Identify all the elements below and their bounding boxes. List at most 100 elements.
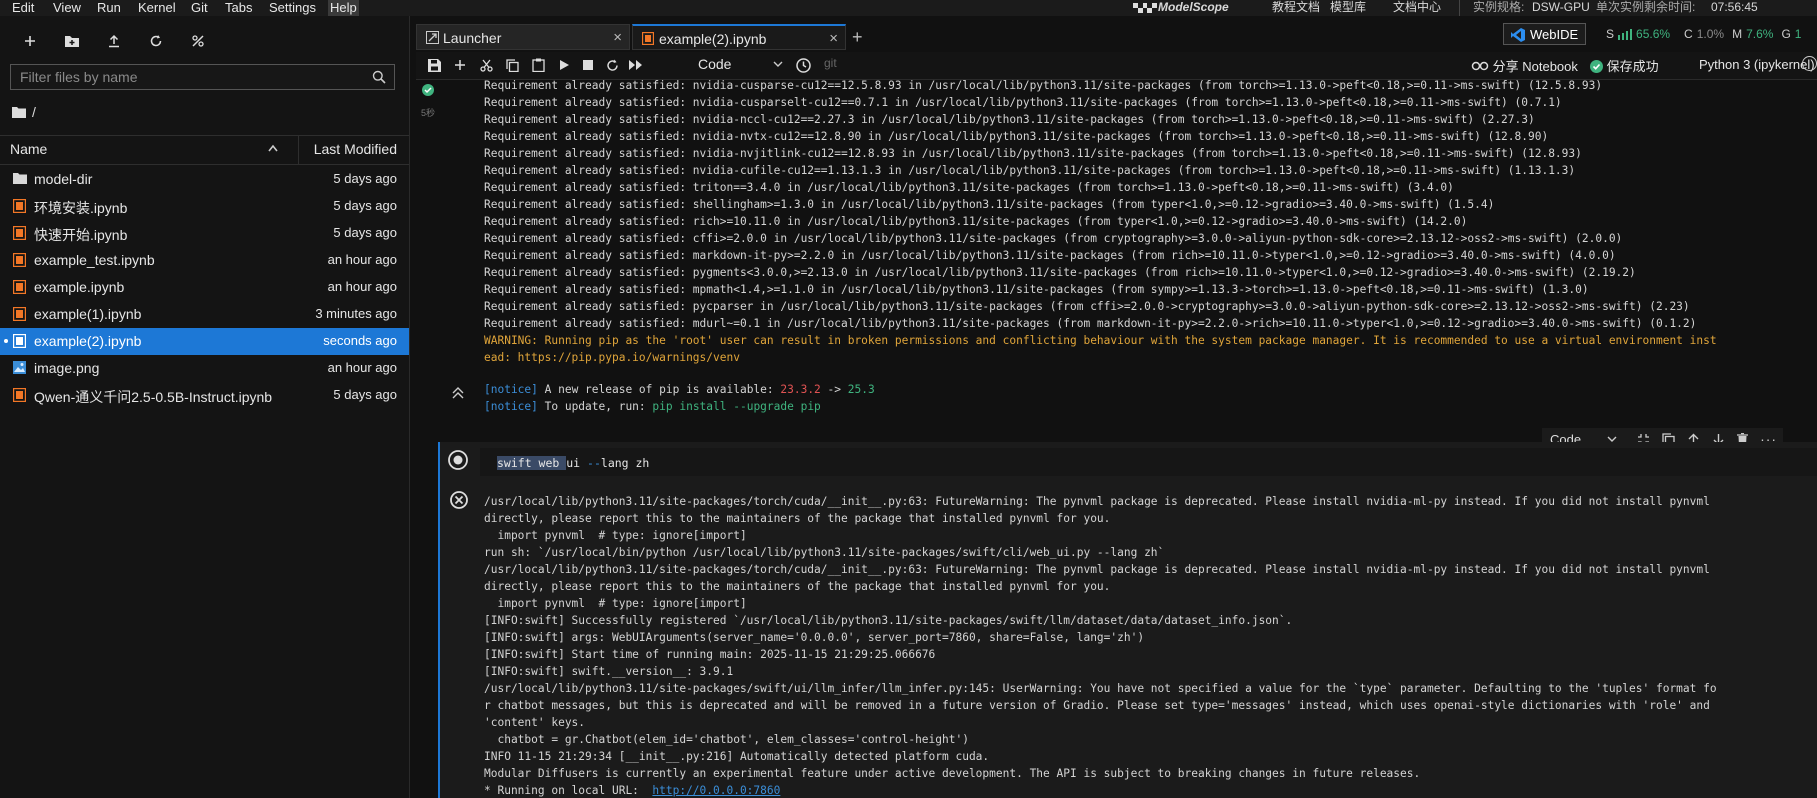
menu-tabs[interactable]: Tabs — [223, 0, 254, 16]
output-line: directly, please report this to the main… — [484, 580, 1111, 593]
menu-edit[interactable]: Edit — [10, 0, 36, 16]
paste-button[interactable] — [528, 56, 548, 74]
menu-git[interactable]: Git — [189, 0, 210, 16]
output-line: [INFO:swift] Successfully registered `/u… — [484, 614, 1293, 627]
close-icon[interactable]: × — [829, 30, 838, 47]
file-item[interactable]: 环境安装.ipynb 5 days ago — [0, 193, 409, 220]
copy-button[interactable] — [502, 56, 522, 74]
sort-ascending-icon[interactable] — [268, 144, 278, 152]
tab-launcher[interactable]: Launcher × — [416, 24, 630, 50]
upload-icon — [109, 34, 119, 48]
new-tab-plus-icon[interactable]: + — [852, 27, 863, 48]
new-file-button[interactable] — [15, 30, 45, 52]
file-browser: / Name Last Modified model-dir 5 days ag… — [0, 16, 410, 798]
clock-icon — [795, 57, 811, 73]
link-doc-center[interactable]: 文档中心 — [1393, 0, 1441, 16]
close-icon[interactable]: × — [613, 29, 622, 46]
launcher-icon — [426, 31, 439, 44]
folder-icon — [13, 172, 27, 186]
code-text: ui — [566, 456, 588, 470]
file-item-selected[interactable]: example(2).ipynb seconds ago — [0, 328, 409, 355]
restart-icon — [606, 59, 618, 71]
stop-running-button[interactable] — [448, 450, 468, 470]
fast-forward-icon — [629, 60, 642, 70]
notebook-icon — [13, 334, 27, 348]
output-line: Requirement already satisfied: shellingh… — [484, 198, 1495, 211]
file-item[interactable]: 快速开始.ipynb 5 days ago — [0, 220, 409, 247]
output-line: Requirement already satisfied: markdown-… — [484, 249, 1616, 262]
git-clone-button[interactable] — [183, 30, 213, 52]
refresh-button[interactable] — [141, 30, 171, 52]
notebook-toolbar: Code git 分享 Notebook 保存成功 Python 3 (ipyk… — [416, 52, 1817, 80]
restart-button[interactable] — [602, 56, 622, 74]
local-url-link[interactable]: http://0.0.0.0:7860 — [652, 784, 780, 797]
new-folder-icon — [65, 36, 79, 47]
interrupt-button[interactable] — [578, 56, 598, 74]
upload-button[interactable] — [99, 30, 129, 52]
copy-icon — [505, 58, 519, 72]
search-icon[interactable] — [372, 70, 386, 84]
file-item[interactable]: example_test.ipynb an hour ago — [0, 247, 409, 274]
notice-line: [notice] To update, run: pip install --u… — [484, 398, 821, 415]
output-line: INFO 11-15 21:29:34 [__init__.py:216] Au… — [484, 750, 990, 763]
kernel-name[interactable]: Python 3 (ipykernel) — [1699, 57, 1815, 72]
filter-files-input[interactable] — [11, 65, 369, 89]
file-name: example_test.ipynb — [34, 252, 155, 268]
save-button[interactable] — [424, 56, 444, 74]
column-modified-label: Last Modified — [313, 141, 397, 157]
file-name: Qwen-通义千问2.5-0.5B-Instruct.ipynb — [34, 389, 273, 405]
file-item[interactable]: example.ipynb an hour ago — [0, 274, 409, 301]
menu-kernel[interactable]: Kernel — [136, 0, 178, 16]
folder-icon — [12, 107, 26, 118]
new-folder-button[interactable] — [57, 30, 87, 52]
file-item[interactable]: model-dir 5 days ago — [0, 166, 409, 193]
file-modified: an hour ago — [327, 252, 397, 267]
file-name: 环境安装.ipynb — [34, 200, 128, 216]
git-label[interactable]: git — [824, 56, 837, 70]
link-model-library[interactable]: 模型库 — [1330, 0, 1366, 16]
output-line: Requirement already satisfied: rich>=10.… — [484, 215, 1468, 228]
check-circle-icon — [1590, 60, 1603, 73]
restart-run-all-button[interactable] — [626, 56, 646, 74]
tab-example-2[interactable]: example(2).ipynb × — [632, 24, 846, 50]
cut-button[interactable] — [476, 56, 496, 74]
column-name-header[interactable]: Name — [10, 141, 47, 157]
menu-settings[interactable]: Settings — [267, 0, 318, 16]
clock-button[interactable] — [793, 56, 813, 74]
output-line: import pynvml # type: ignore[import] — [484, 597, 747, 610]
notebook-icon — [642, 32, 654, 45]
output-line: [INFO:swift] Start time of running main:… — [484, 648, 936, 661]
link-tutorial-docs[interactable]: 教程文档 — [1272, 0, 1320, 16]
modelscope-logo-icon — [1133, 1, 1157, 15]
code-editor[interactable]: swift web ui --lang zh — [480, 448, 1817, 476]
run-button[interactable] — [554, 56, 574, 74]
file-item[interactable]: image.png an hour ago — [0, 355, 409, 382]
share-notebook-button[interactable]: 分享 Notebook — [1471, 56, 1578, 75]
cell-type-select[interactable]: Code — [698, 56, 783, 72]
code-line[interactable]: swift web ui --lang zh — [497, 456, 649, 470]
output-line: Requirement already satisfied: mpmath<1.… — [484, 283, 1589, 296]
menu-view[interactable]: View — [51, 0, 83, 16]
plus-icon — [455, 60, 465, 70]
file-name: example(1).ipynb — [34, 306, 142, 322]
file-item[interactable]: example(1).ipynb 3 minutes ago — [0, 301, 409, 328]
file-item[interactable]: Qwen-通义千问2.5-0.5B-Instruct.ipynb 5 days … — [0, 382, 409, 409]
new-version: 25.3 — [847, 383, 875, 396]
collapse-output-icon[interactable] — [452, 387, 464, 399]
instance-spec: DSW-GPU — [1532, 0, 1590, 14]
menu-run[interactable]: Run — [95, 0, 123, 16]
column-modified-header[interactable]: Last Modified — [298, 136, 409, 164]
insert-cell-button[interactable] — [450, 56, 470, 74]
breadcrumb-root[interactable]: / — [32, 104, 36, 120]
arrow: -> — [820, 383, 848, 396]
modelscope-brand[interactable]: ModelScope — [1158, 0, 1229, 16]
menu-help[interactable]: Help — [328, 0, 359, 16]
file-modified: 5 days ago — [333, 198, 397, 213]
output-line: Requirement already satisfied: pygments<… — [484, 266, 1636, 279]
notice-line: [notice] A new release of pip is availab… — [484, 381, 875, 398]
paste-icon — [531, 58, 545, 72]
breadcrumb[interactable]: / — [12, 104, 36, 120]
file-modified: an hour ago — [327, 279, 397, 294]
file-modified: 5 days ago — [333, 171, 397, 186]
cell-elapsed-time: 5秒 — [421, 108, 436, 118]
